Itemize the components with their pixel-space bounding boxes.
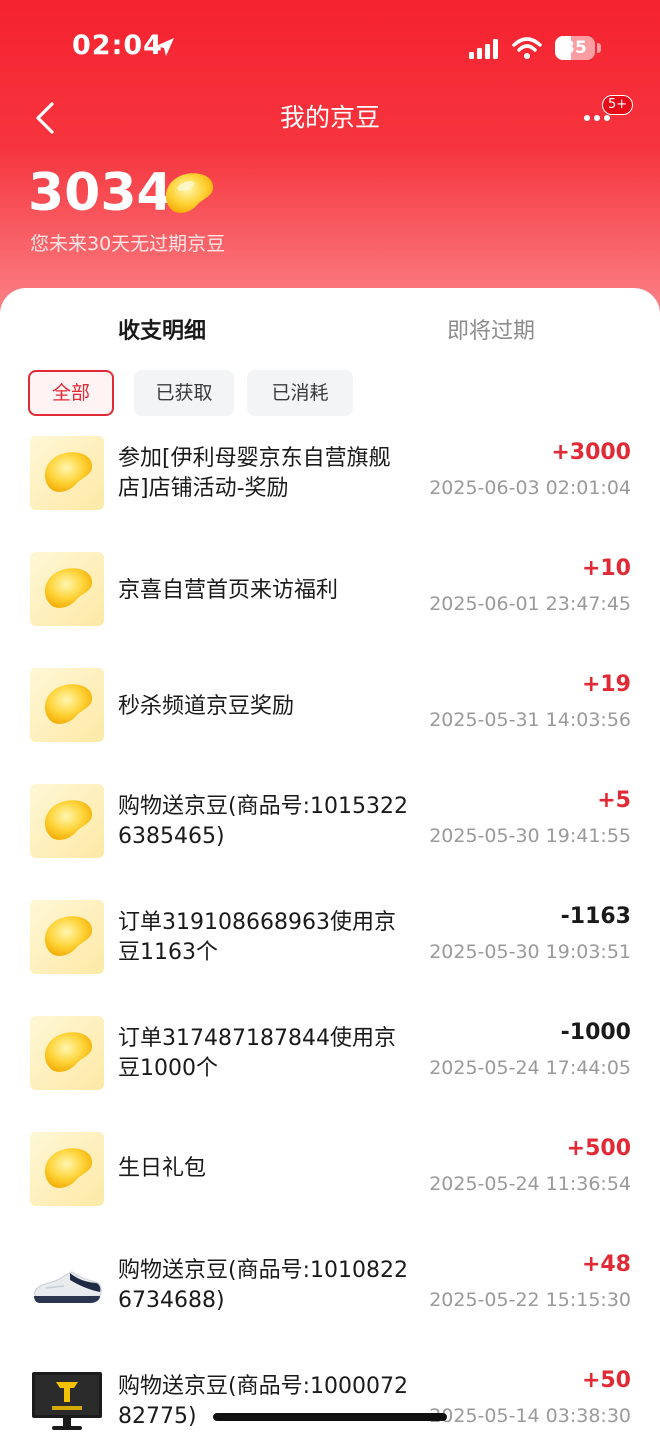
bean-icon [44, 1148, 93, 1188]
record-title: 购物送京豆(商品号:10153226385465) [118, 794, 408, 849]
bean-icon [44, 1032, 93, 1072]
record-time: 2025-06-01 23:47:45 [429, 593, 631, 615]
record-title: 购物送京豆(商品号:100007282775) [118, 1374, 408, 1429]
message-badge: 5+ [602, 95, 634, 115]
tab-income-expense[interactable]: 收支明细 [118, 316, 206, 348]
record-title: 生日礼包 [118, 1156, 207, 1181]
record-amount: +3000 [551, 440, 631, 465]
list-item[interactable]: 购物送京豆(商品号:10108226734688) +48 2025-05-22… [0, 1248, 660, 1364]
bean-icon [44, 800, 93, 840]
record-title: 京喜自营首页来访福利 [118, 578, 339, 603]
filter-spent[interactable]: 已消耗 [247, 370, 353, 416]
record-time: 2025-05-30 19:41:55 [429, 825, 631, 847]
record-amount: +50 [581, 1368, 631, 1393]
record-thumbnail [30, 436, 104, 510]
record-time: 2025-05-22 15:15:30 [429, 1289, 631, 1311]
record-amount: -1000 [560, 1020, 631, 1045]
filter-all[interactable]: 全部 [28, 370, 114, 416]
bean-icon [44, 684, 93, 724]
record-thumbnail [30, 1248, 104, 1322]
bean-balance: 3034 [28, 163, 173, 223]
list-item[interactable]: 订单319108668963使用京豆1163个 -1163 2025-05-30… [0, 900, 660, 1016]
monitor-icon [32, 1372, 102, 1430]
record-title: 订单317487187844使用京豆1000个 [118, 1026, 396, 1081]
record-amount: +10 [581, 556, 631, 581]
list-item[interactable]: 购物送京豆(商品号:100007282775) +50 2025-05-14 0… [0, 1364, 660, 1434]
status-time: 02:04 [72, 30, 163, 61]
bean-icon [44, 452, 93, 492]
record-time: 2025-05-14 03:38:30 [429, 1405, 631, 1427]
record-time: 2025-06-03 02:01:04 [429, 477, 631, 499]
list-item[interactable]: 秒杀频道京豆奖励 +19 2025-05-31 14:03:56 [0, 668, 660, 784]
record-thumbnail [30, 900, 104, 974]
expire-note: 您未来30天无过期京豆 [30, 233, 226, 255]
tab-expiring-soon[interactable]: 即将过期 [447, 316, 535, 348]
bean-icon [44, 568, 93, 608]
status-bar: 02:04 35 [0, 0, 660, 96]
list-item[interactable]: 购物送京豆(商品号:10153226385465) +5 2025-05-30 … [0, 784, 660, 900]
list-item[interactable]: 生日礼包 +500 2025-05-24 11:36:54 [0, 1132, 660, 1248]
filter-earned[interactable]: 已获取 [134, 370, 234, 416]
bean-icon [165, 173, 214, 213]
record-thumbnail [30, 552, 104, 626]
record-thumbnail [30, 784, 104, 858]
record-title: 购物送京豆(商品号:10108226734688) [118, 1258, 408, 1313]
record-time: 2025-05-24 11:36:54 [429, 1173, 631, 1195]
bean-icon [44, 916, 93, 956]
record-thumbnail [30, 1132, 104, 1206]
sneaker-icon [33, 1271, 102, 1303]
record-amount: +5 [597, 788, 631, 813]
record-thumbnail [30, 1016, 104, 1090]
record-amount: +19 [581, 672, 631, 697]
record-amount: +48 [581, 1252, 631, 1277]
wifi-icon [512, 37, 542, 59]
battery-level: 35 [563, 38, 587, 58]
record-title: 秒杀频道京豆奖励 [118, 694, 295, 719]
record-title: 参加[伊利母婴京东自营旗舰店]店铺活动-奖励 [118, 446, 391, 501]
record-amount: -1163 [560, 904, 631, 929]
list-item[interactable]: 订单317487187844使用京豆1000个 -1000 2025-05-24… [0, 1016, 660, 1132]
home-indicator[interactable] [213, 1413, 447, 1421]
signal-icon [469, 39, 498, 59]
location-arrow-icon [156, 38, 174, 56]
list-item[interactable]: 京喜自营首页来访福利 +10 2025-06-01 23:47:45 [0, 552, 660, 668]
battery-cap [597, 43, 601, 53]
record-thumbnail [30, 1364, 104, 1434]
battery-icon: 35 [555, 36, 595, 60]
record-time: 2025-05-31 14:03:56 [429, 709, 631, 731]
record-amount: +500 [566, 1136, 631, 1161]
record-time: 2025-05-30 19:03:51 [429, 941, 631, 963]
record-thumbnail [30, 668, 104, 742]
record-time: 2025-05-24 17:44:05 [429, 1057, 631, 1079]
record-title: 订单319108668963使用京豆1163个 [118, 910, 396, 965]
page-title: 我的京豆 [279, 103, 380, 132]
list-item[interactable]: 参加[伊利母婴京东自营旗舰店]店铺活动-奖励 +3000 2025-06-03 … [0, 436, 660, 552]
